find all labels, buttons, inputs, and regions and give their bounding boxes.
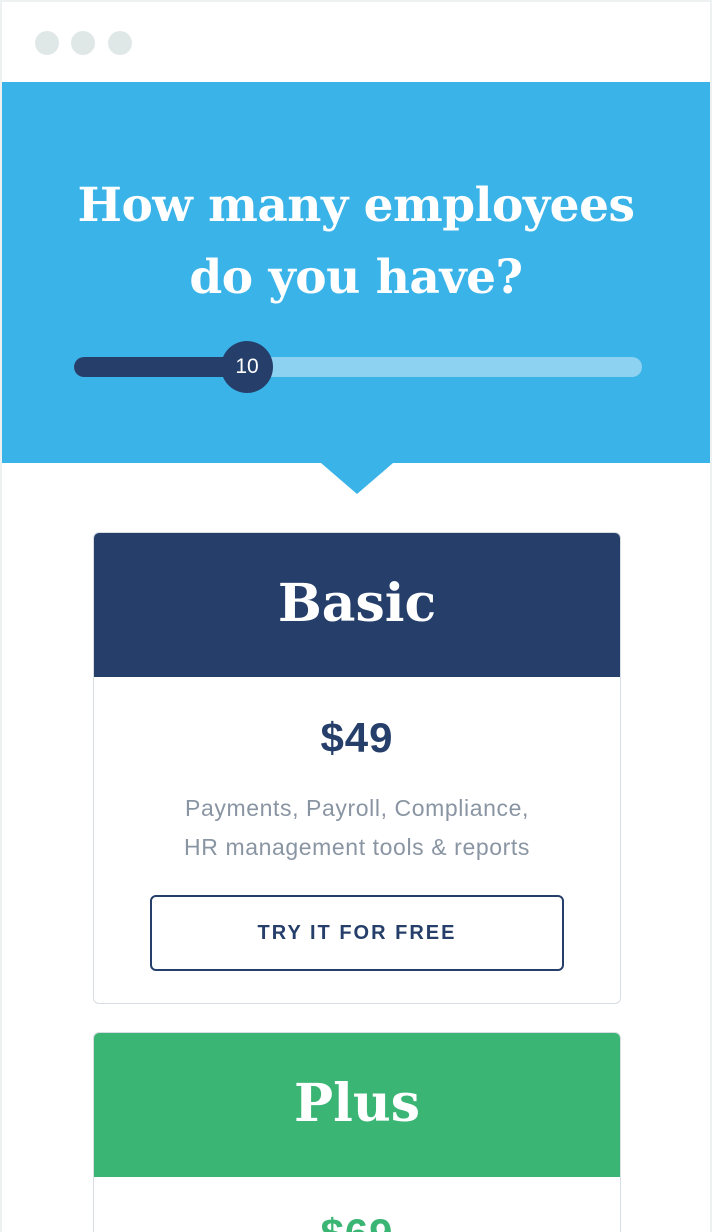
hero-title-line-1: How many employees: [77, 178, 635, 233]
try-it-for-free-button[interactable]: TRY IT FOR FREE: [150, 895, 564, 971]
plan-card-plus: Plus $69: [93, 1032, 621, 1232]
window-maximize-dot[interactable]: [108, 31, 132, 55]
hero-title-line-2: do you have?: [189, 250, 523, 305]
employee-count-hero: How many employees do you have? 10: [2, 82, 710, 463]
slider-thumb[interactable]: 10: [221, 341, 273, 393]
plan-price: $69: [94, 1207, 620, 1232]
plan-description-line-1: Payments, Payroll, Compliance,: [185, 795, 529, 821]
employee-count-slider[interactable]: 10: [74, 341, 642, 393]
window-minimize-dot[interactable]: [71, 31, 95, 55]
window-titlebar: [0, 0, 712, 82]
plan-price: $49: [320, 714, 394, 761]
plan-name: Plus: [94, 1033, 620, 1177]
window-close-dot[interactable]: [35, 31, 59, 55]
hero-pointer-arrow: [321, 463, 393, 494]
plan-description: Payments, Payroll, Compliance, HR manage…: [94, 789, 620, 867]
plan-name: Basic: [94, 533, 620, 677]
hero-title: How many employees do you have?: [2, 170, 710, 314]
plan-description-line-2: HR management tools & reports: [184, 834, 530, 860]
plan-card-basic: Basic $49 Payments, Payroll, Compliance,…: [93, 532, 621, 1004]
